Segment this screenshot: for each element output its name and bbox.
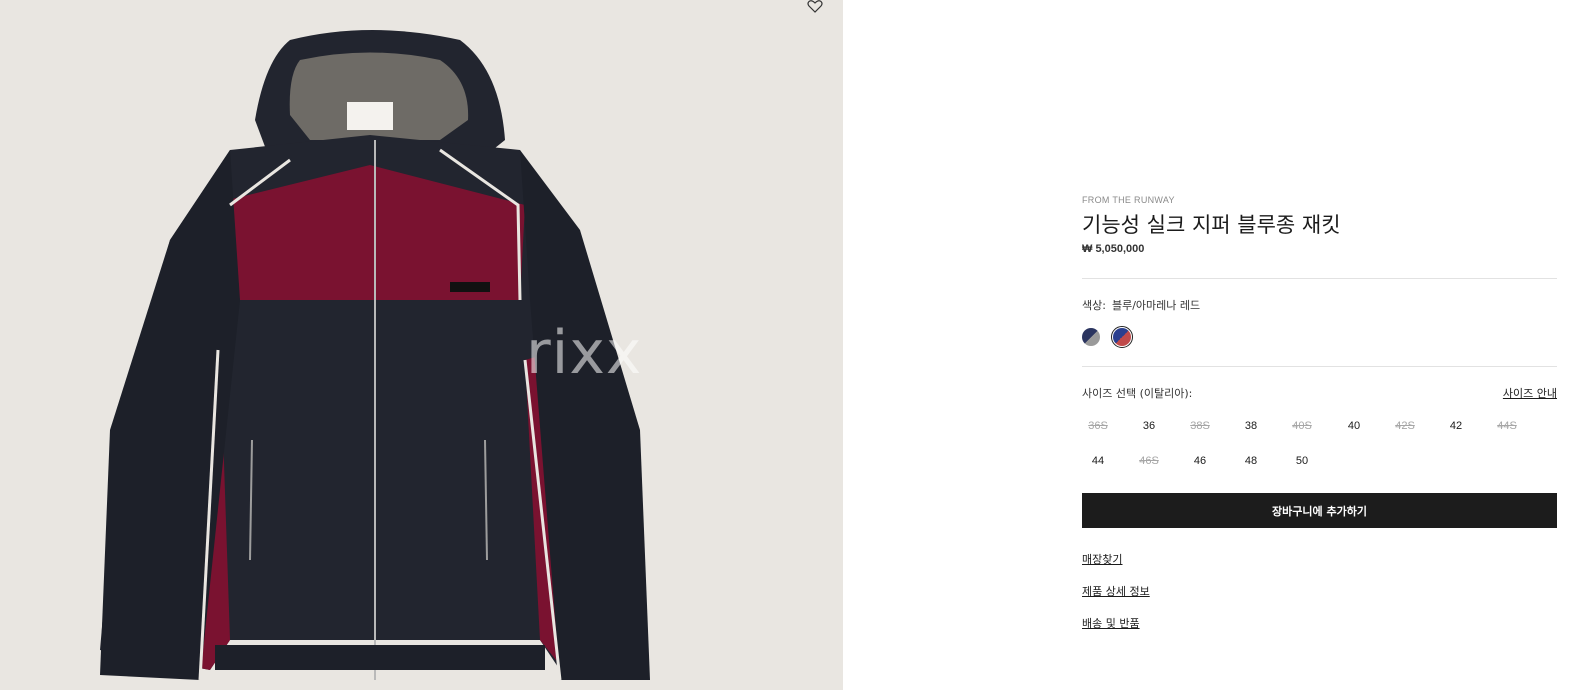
product-title: 기능성 실크 지퍼 블루종 재킷 bbox=[1082, 213, 1341, 237]
size-option[interactable]: 38S bbox=[1182, 420, 1218, 432]
add-to-cart-button[interactable]: 장바구니에 추가하기 bbox=[1082, 493, 1557, 528]
color-label: 색상: 블루/아마레나 레드 bbox=[1082, 297, 1200, 313]
size-option[interactable]: 42 bbox=[1438, 420, 1474, 432]
size-guide-link[interactable]: 사이즈 안내 bbox=[1503, 385, 1557, 401]
size-option[interactable]: 44S bbox=[1489, 420, 1525, 432]
product-details-link[interactable]: 제품 상세 정보 bbox=[1082, 583, 1150, 599]
color-label-text: 색상: bbox=[1082, 299, 1106, 312]
size-option[interactable]: 38 bbox=[1233, 420, 1269, 432]
size-option[interactable]: 50 bbox=[1284, 455, 1320, 467]
product-price: ₩ 5,050,000 bbox=[1082, 243, 1145, 255]
size-option[interactable]: 40S bbox=[1284, 420, 1320, 432]
watermark: rixx bbox=[526, 318, 643, 388]
product-image: rixx bbox=[0, 0, 843, 690]
size-select-label: 사이즈 선택 (이탈리아): bbox=[1082, 387, 1193, 400]
size-option[interactable]: 46S bbox=[1131, 455, 1167, 467]
size-option[interactable]: 42S bbox=[1387, 420, 1423, 432]
size-option[interactable]: 36 bbox=[1131, 420, 1167, 432]
divider bbox=[1082, 278, 1557, 279]
store-locator-link[interactable]: 매장찾기 bbox=[1082, 551, 1122, 567]
product-details: FROM THE RUNWAY 기능성 실크 지퍼 블루종 재킷 ₩ 5,050… bbox=[1082, 0, 1557, 690]
size-option[interactable]: 36S bbox=[1080, 420, 1116, 432]
divider bbox=[1082, 366, 1557, 367]
heart-outline-icon[interactable] bbox=[806, 0, 824, 15]
size-option[interactable]: 46 bbox=[1182, 455, 1218, 467]
shipping-returns-link[interactable]: 배송 및 반품 bbox=[1082, 615, 1140, 631]
jacket-illustration bbox=[100, 30, 650, 681]
collection-eyebrow: FROM THE RUNWAY bbox=[1082, 195, 1175, 205]
color-value: 블루/아마레나 레드 bbox=[1111, 299, 1201, 312]
color-swatch-navy-grey[interactable] bbox=[1082, 328, 1100, 346]
size-option[interactable]: 44 bbox=[1080, 455, 1116, 467]
size-option[interactable]: 48 bbox=[1233, 455, 1269, 467]
size-option[interactable]: 40 bbox=[1336, 420, 1372, 432]
color-swatch-blue-amarena-red[interactable] bbox=[1111, 326, 1133, 348]
